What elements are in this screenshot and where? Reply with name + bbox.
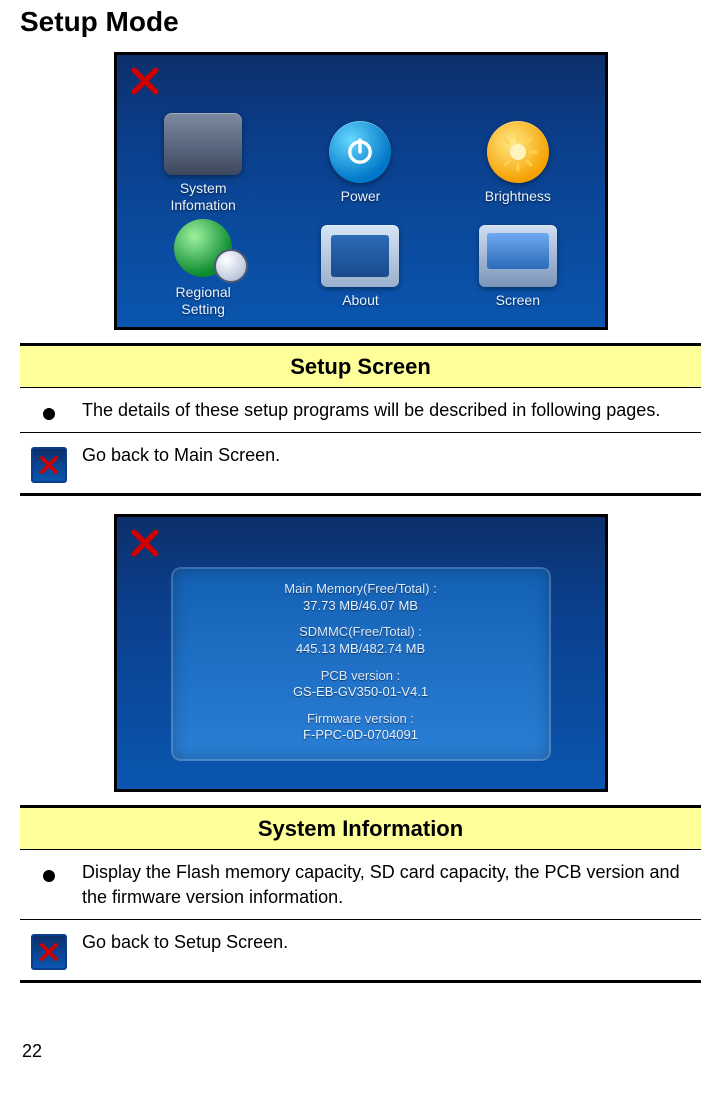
menu-about[interactable]: About [284,217,437,317]
menu-power[interactable]: Power [284,113,437,213]
power-icon [329,121,391,183]
table-row: Go back to Main Screen. [20,433,701,493]
row-text: The details of these setup programs will… [74,398,695,422]
menu-label: System Infomation [170,180,235,212]
menu-label: Regional Setting [176,284,231,316]
close-icon[interactable] [127,63,163,99]
setup-screen-image: System Infomation Power Brightness R [20,52,701,335]
row-text: Go back to Setup Screen. [74,930,695,954]
info-label: SDMMC(Free/Total) : [189,624,533,640]
menu-system-information[interactable]: System Infomation [127,113,280,213]
sun-icon [487,121,549,183]
book-icon [321,225,399,287]
row-text: Display the Flash memory capacity, SD ca… [74,860,695,909]
info-label: Main Memory(Free/Total) : [189,581,533,597]
info-panel: Main Memory(Free/Total) : 37.73 MB/46.07… [171,567,551,761]
menu-regional-setting[interactable]: Regional Setting [127,217,280,317]
info-label: PCB version : [189,668,533,684]
menu-label: Brightness [485,188,551,204]
close-icon [31,447,67,483]
menu-label: Screen [496,292,540,308]
section-header: Setup Screen [20,346,701,387]
close-icon [31,934,67,970]
section-setup-screen: Setup Screen The details of these setup … [20,343,701,496]
section-header: System Information [20,808,701,849]
page-title: Setup Mode [20,6,701,38]
section-system-information: System Information Display the Flash mem… [20,805,701,983]
info-value: GS-EB-GV350-01-V4.1 [189,684,533,700]
table-row: The details of these setup programs will… [20,388,701,432]
menu-screen[interactable]: Screen [441,217,594,317]
info-value: 37.73 MB/46.07 MB [189,598,533,614]
info-label: Firmware version : [189,711,533,727]
screen-icon [479,225,557,287]
close-icon[interactable] [127,525,163,561]
row-text: Go back to Main Screen. [74,443,695,467]
info-value: F-PPC-0D-0704091 [189,727,533,743]
divider [20,980,701,983]
sysinfo-screen-image: Main Memory(Free/Total) : 37.73 MB/46.07… [20,514,701,797]
bullet-icon [43,408,55,420]
bullet-icon [43,870,55,882]
menu-label: Power [341,188,381,204]
device-icon [164,113,242,175]
divider [20,493,701,496]
table-row: Display the Flash memory capacity, SD ca… [20,850,701,919]
page-number: 22 [22,1041,701,1062]
globe-clock-icon [164,217,242,279]
table-row: Go back to Setup Screen. [20,920,701,980]
menu-label: About [342,292,379,308]
info-value: 445.13 MB/482.74 MB [189,641,533,657]
menu-brightness[interactable]: Brightness [441,113,594,213]
